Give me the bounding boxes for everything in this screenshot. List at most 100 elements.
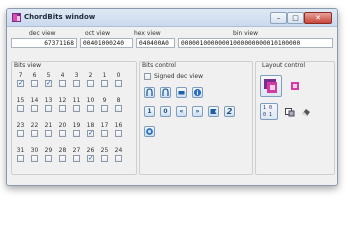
- bit-checkbox[interactable]: [31, 80, 38, 87]
- bit-label: 25: [100, 147, 109, 154]
- shift-right-button[interactable]: [160, 87, 171, 98]
- bit-label: 14: [30, 97, 39, 104]
- bit-label: 20: [58, 122, 67, 129]
- layout-compact-icon: [291, 82, 299, 90]
- bit-checkbox[interactable]: [45, 105, 52, 112]
- bit-checkbox[interactable]: [87, 129, 94, 137]
- hex-view-field[interactable]: 040400A0: [136, 38, 175, 48]
- bit-checkbox[interactable]: [73, 105, 80, 112]
- layout-control-label: Layout control: [262, 62, 306, 69]
- bit-checkbox[interactable]: [17, 155, 24, 162]
- bit-checkbox[interactable]: [73, 80, 80, 87]
- rotate-left-icon: «: [179, 108, 184, 115]
- bit-checkbox[interactable]: [17, 79, 24, 87]
- shift-left-button[interactable]: [144, 87, 155, 98]
- bit-label: 29: [44, 147, 53, 154]
- bit-label: 7: [18, 72, 23, 79]
- layout-erase-button[interactable]: [299, 105, 311, 117]
- bit-checkbox[interactable]: [17, 130, 24, 137]
- dec-view-field[interactable]: 67371168: [11, 38, 77, 48]
- bit-checkbox[interactable]: [101, 80, 108, 87]
- bits-control-label: Bits control: [142, 62, 176, 69]
- bit-label: 18: [86, 122, 95, 129]
- bit-checkbox[interactable]: [59, 130, 66, 137]
- hex-view-label: hex view: [134, 30, 161, 37]
- bit-checkbox[interactable]: [115, 105, 122, 112]
- bit-checkbox[interactable]: [45, 155, 52, 162]
- layout-large-button[interactable]: [260, 75, 282, 97]
- bits-view-label: Bits view: [14, 62, 41, 69]
- bit-checkbox[interactable]: [59, 155, 66, 162]
- chordbits-window: ChordBits window – □ ✕ dec view oct view…: [6, 8, 338, 186]
- bit-checkbox[interactable]: [73, 130, 80, 137]
- reset-button[interactable]: [144, 126, 155, 137]
- bit-label: 26: [86, 147, 95, 154]
- title-bar[interactable]: ChordBits window – □ ✕: [7, 9, 337, 27]
- bin-view-field[interactable]: 00000100000001000000000010100000: [178, 38, 333, 48]
- bit-label: 3: [74, 72, 79, 79]
- bit-checkbox[interactable]: [17, 105, 24, 112]
- arch-right-icon: [162, 88, 169, 96]
- bit-label: 16: [114, 122, 123, 129]
- bin-view-label: bin view: [233, 30, 259, 37]
- set-ones-button[interactable]: 1: [144, 106, 155, 117]
- bit-label: 23: [16, 122, 25, 129]
- bit-checkbox[interactable]: [87, 80, 94, 87]
- window-title: ChordBits window: [24, 13, 96, 21]
- toggle-bits-button[interactable]: [176, 87, 187, 98]
- minimize-icon: –: [276, 14, 281, 22]
- bit-checkbox[interactable]: [45, 130, 52, 137]
- bit-label: 12: [58, 97, 67, 104]
- info-button[interactable]: [192, 87, 203, 98]
- arch-left-icon: [146, 88, 153, 96]
- bit-label: 10: [86, 97, 95, 104]
- bit-checkbox[interactable]: [31, 105, 38, 112]
- layout-bits-bottom: 0 1: [263, 112, 273, 118]
- dec-view-label: dec view: [29, 30, 56, 37]
- bit-label: 15: [16, 97, 25, 104]
- bit-checkbox[interactable]: [115, 80, 122, 87]
- power-of-two-button[interactable]: 2: [224, 106, 235, 117]
- rotate-right-button[interactable]: »: [192, 106, 203, 117]
- bit-label: 2: [88, 72, 93, 79]
- maximize-button[interactable]: □: [287, 12, 304, 24]
- bit-label: 21: [44, 122, 53, 129]
- close-button[interactable]: ✕: [304, 12, 332, 24]
- bit-checkbox[interactable]: [101, 155, 108, 162]
- window-layout-icon: [285, 108, 295, 117]
- layout-bits-button[interactable]: 1 0 0 1: [260, 103, 278, 120]
- bit-label: 11: [72, 97, 81, 104]
- flag-button[interactable]: [208, 106, 219, 117]
- rotate-right-icon: »: [195, 108, 200, 115]
- bit-checkbox[interactable]: [31, 130, 38, 137]
- bit-checkbox[interactable]: [31, 155, 38, 162]
- bit-checkbox[interactable]: [101, 130, 108, 137]
- bit-label: 27: [72, 147, 81, 154]
- bit-checkbox[interactable]: [87, 105, 94, 112]
- rotate-left-button[interactable]: «: [176, 106, 187, 117]
- oct-view-field[interactable]: 00401000240: [80, 38, 133, 48]
- flag-icon: [210, 109, 217, 114]
- bit-label: 31: [16, 147, 25, 154]
- app-icon: [12, 13, 21, 22]
- bit-label: 22: [30, 122, 39, 129]
- minimize-button[interactable]: –: [270, 12, 287, 24]
- signed-dec-checkbox[interactable]: [144, 73, 151, 80]
- set-zeros-label: 0: [163, 108, 168, 115]
- bit-label: 4: [60, 72, 65, 79]
- bit-label: 0: [116, 72, 121, 79]
- bit-checkbox[interactable]: [59, 105, 66, 112]
- bit-label: 28: [58, 147, 67, 154]
- bit-checkbox[interactable]: [115, 155, 122, 162]
- layout-compact-button[interactable]: [288, 79, 300, 91]
- info-icon: [193, 88, 202, 97]
- bit-checkbox[interactable]: [73, 155, 80, 162]
- bit-checkbox[interactable]: [87, 154, 94, 162]
- bit-checkbox[interactable]: [115, 130, 122, 137]
- set-zeros-button[interactable]: 0: [160, 106, 171, 117]
- layout-large-icon: [264, 79, 277, 93]
- bit-checkbox[interactable]: [45, 79, 52, 87]
- bit-checkbox[interactable]: [101, 105, 108, 112]
- bit-checkbox[interactable]: [59, 80, 66, 87]
- layout-window-button[interactable]: [283, 105, 295, 117]
